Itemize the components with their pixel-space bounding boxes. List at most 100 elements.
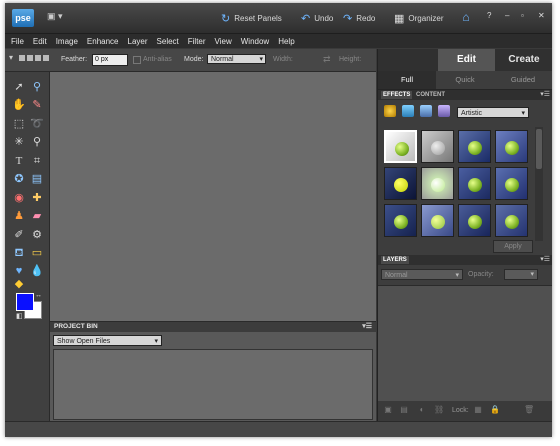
effect-thumbnail[interactable] — [495, 167, 528, 200]
layers-panel-menu-icon[interactable]: ▾☰ — [540, 255, 550, 263]
help-button[interactable]: ? — [487, 11, 491, 20]
magic-wand-tool-icon[interactable]: ✳ — [11, 135, 27, 149]
opacity-dropdown[interactable] — [504, 269, 538, 280]
menu-window[interactable]: Window — [241, 37, 269, 46]
eyedropper-tool-icon[interactable]: ✎ — [29, 98, 45, 112]
filters-icon[interactable] — [384, 105, 396, 117]
redo-button[interactable]: ↷ Redo — [343, 11, 375, 25]
swap-dimensions-icon[interactable]: ⇄ — [323, 54, 331, 65]
effects-category-dropdown[interactable]: Artistic — [457, 107, 529, 119]
marquee-tool-icon[interactable]: ⬚ — [11, 117, 27, 131]
effect-thumbnail[interactable] — [458, 204, 491, 237]
layers-list[interactable] — [378, 285, 552, 402]
workspace-menu-button[interactable]: ▣ ▾ — [47, 11, 73, 25]
crop-tool-icon[interactable]: ⌗ — [29, 154, 45, 168]
lasso-tool-icon[interactable]: ➰ — [29, 117, 45, 131]
feather-input[interactable]: 0 px — [92, 54, 128, 66]
cookie-cutter-tool-icon[interactable]: ✪ — [11, 172, 27, 186]
project-bin-well[interactable] — [53, 349, 373, 420]
blend-mode-dropdown[interactable]: Normal — [381, 269, 463, 281]
right-panel: Edit Create Full Quick Guided EFFECTS CO… — [377, 49, 552, 421]
menu-edit[interactable]: Edit — [33, 37, 47, 46]
tab-effects[interactable]: EFFECTS — [381, 91, 413, 99]
adjustment-layer-icon[interactable]: ◐ — [418, 406, 426, 414]
close-button[interactable]: ✕ — [538, 11, 545, 20]
app-logo: pse — [12, 9, 34, 27]
hand-tool-icon[interactable]: ✋ — [11, 98, 27, 112]
tab-edit[interactable]: Edit — [438, 49, 495, 71]
photo-effects-icon[interactable] — [420, 105, 432, 117]
organizer-icon: ▦ — [394, 12, 405, 25]
foreground-color-swatch[interactable] — [16, 293, 34, 311]
show-all-effects-icon[interactable] — [438, 105, 450, 117]
undo-button[interactable]: ↶ Undo — [301, 11, 333, 25]
effects-panel-menu-icon[interactable]: ▾☰ — [540, 90, 550, 98]
red-eye-tool-icon[interactable]: ◉ — [11, 191, 27, 205]
effect-thumbnail[interactable] — [384, 167, 417, 200]
home-icon[interactable]: ⌂ — [457, 10, 475, 26]
quick-selection-tool-icon[interactable]: ⚲ — [29, 135, 45, 149]
tab-guided[interactable]: Guided — [494, 71, 552, 89]
effect-thumbnail[interactable] — [495, 130, 528, 163]
layer-styles-icon[interactable] — [402, 105, 414, 117]
effect-thumbnail[interactable] — [458, 130, 491, 163]
sponge-tool-icon[interactable]: ◆ — [11, 277, 27, 291]
blur-tool-icon[interactable]: 💧 — [29, 264, 45, 278]
default-colors-icon[interactable]: ◧ — [16, 312, 23, 320]
recompose-tool-icon[interactable]: ▤ — [29, 172, 45, 186]
effect-thumbnail[interactable] — [421, 204, 454, 237]
swap-colors-icon[interactable]: ↔ — [35, 292, 42, 299]
maximize-button[interactable]: ▫ — [521, 11, 524, 20]
effects-scrollbar[interactable] — [535, 127, 543, 241]
effect-thumbnail[interactable] — [458, 167, 491, 200]
project-bin-menu-icon[interactable]: ▾☰ — [362, 322, 372, 332]
type-tool-icon[interactable]: T — [11, 154, 27, 168]
tab-create[interactable]: Create — [495, 49, 552, 71]
reset-panels-button[interactable]: ↻ Reset Panels — [221, 11, 282, 25]
new-layer-icon[interactable]: ▣ — [384, 406, 392, 414]
smart-brush-tool-icon[interactable]: ⚙ — [29, 228, 45, 242]
apply-button[interactable]: Apply — [493, 240, 533, 253]
effect-thumbnail[interactable] — [421, 130, 454, 163]
effect-thumbnail[interactable] — [421, 167, 454, 200]
organizer-button[interactable]: ▦ Organizer — [394, 11, 444, 25]
selection-mode-icons[interactable] — [19, 55, 49, 61]
eraser-tool-icon[interactable]: ▰ — [29, 209, 45, 223]
menu-select[interactable]: Select — [157, 37, 179, 46]
tool-preset-icon[interactable]: ▾ — [9, 53, 13, 62]
show-files-dropdown[interactable]: Show Open Files — [53, 335, 162, 347]
minimize-button[interactable]: – — [505, 11, 509, 20]
mode-dropdown[interactable]: Normal — [207, 54, 266, 65]
tab-full[interactable]: Full — [378, 71, 436, 89]
shape-tool-icon[interactable]: ♥ — [11, 264, 27, 278]
menu-layer[interactable]: Layer — [128, 37, 148, 46]
move-tool-icon[interactable]: ➚ — [11, 80, 27, 94]
menu-filter[interactable]: Filter — [188, 37, 206, 46]
clone-stamp-tool-icon[interactable]: ♟ — [11, 209, 27, 223]
tab-quick[interactable]: Quick — [436, 71, 494, 89]
lock-transparency-icon[interactable]: ▦ — [474, 406, 482, 414]
effect-thumbnail[interactable] — [384, 130, 417, 163]
gradient-tool-icon[interactable]: ▭ — [29, 246, 45, 260]
apple-thumbnail-image — [431, 141, 445, 155]
antialias-checkbox[interactable] — [133, 56, 141, 64]
effect-thumbnail[interactable] — [384, 204, 417, 237]
new-group-icon[interactable]: ▤ — [400, 406, 408, 414]
delete-layer-icon[interactable]: 🗑 — [524, 406, 534, 414]
menu-help[interactable]: Help — [278, 37, 294, 46]
menu-view[interactable]: View — [215, 37, 232, 46]
healing-brush-tool-icon[interactable]: ✚ — [29, 191, 45, 205]
zoom-tool-icon[interactable]: ⚲ — [29, 80, 45, 94]
paint-bucket-tool-icon[interactable]: ⛾ — [11, 246, 27, 260]
effect-thumbnail[interactable] — [495, 204, 528, 237]
brush-tool-icon[interactable]: ✐ — [11, 228, 27, 242]
tab-content[interactable]: CONTENT — [414, 91, 447, 99]
lock-all-icon[interactable]: 🔒 — [490, 406, 500, 414]
menu-enhance[interactable]: Enhance — [87, 37, 119, 46]
link-layers-icon[interactable]: ⛓ — [434, 406, 444, 414]
menu-file[interactable]: File — [11, 37, 24, 46]
menu-image[interactable]: Image — [56, 37, 78, 46]
effects-scrollbar-thumb[interactable] — [536, 129, 542, 169]
organizer-label: Organizer — [408, 13, 444, 23]
image-canvas[interactable] — [50, 72, 376, 321]
